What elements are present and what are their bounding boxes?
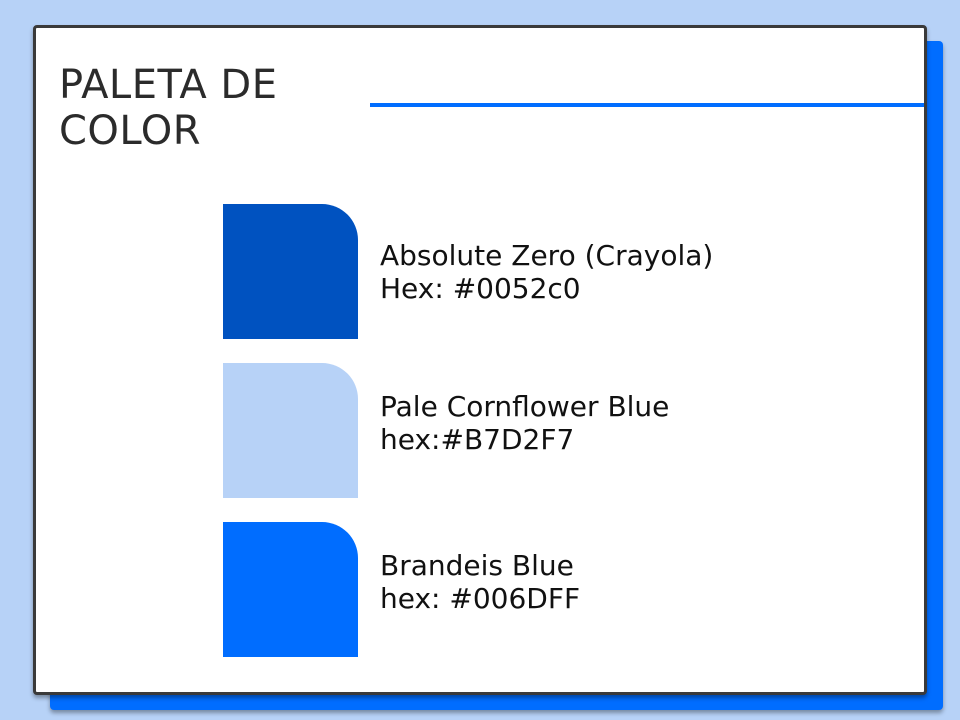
swatch-info-absolute-zero: Absolute Zero (Crayola) Hex: #0052c0	[380, 239, 713, 305]
swatch-info-pale-cornflower-blue: Pale Cornflower Blue hex:#B7D2F7	[380, 390, 669, 456]
swatch-absolute-zero	[223, 204, 358, 339]
color-hex: Hex: #0052c0	[380, 272, 581, 305]
color-name: Pale Cornflower Blue	[380, 390, 670, 423]
color-hex: hex: #006DFF	[380, 582, 581, 615]
color-name: Brandeis Blue	[380, 549, 574, 582]
swatch-info-brandeis-blue: Brandeis Blue hex: #006DFF	[380, 549, 580, 615]
page-title: PALETA DE COLOR	[59, 62, 277, 154]
swatch-pale-cornflower-blue	[223, 363, 358, 498]
title-line-2: COLOR	[59, 108, 202, 154]
title-line-1: PALETA DE	[59, 62, 278, 108]
swatch-brandeis-blue	[223, 522, 358, 657]
color-name: Absolute Zero (Crayola)	[380, 239, 714, 272]
title-rule	[370, 103, 924, 107]
color-hex: hex:#B7D2F7	[380, 423, 575, 456]
